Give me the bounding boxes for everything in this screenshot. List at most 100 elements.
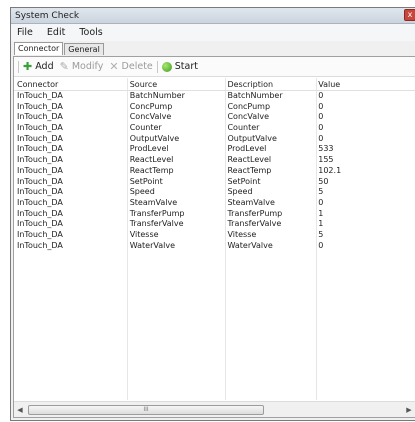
add-button[interactable]: ✚ Add [23,61,54,72]
cell-value: 533 [318,144,334,154]
cell-connector: InTouch_DA [17,197,63,207]
cell-source: OutputValve [129,133,180,143]
delete-button-label: Delete [121,61,153,72]
table-row[interactable]: InTouch_DA Vitesse Vitesse 5 [14,230,415,241]
cell-source: ConcValve [129,112,172,122]
table-row[interactable]: InTouch_DA BatchNumber BatchNumber 0 [14,91,415,102]
menu-edit[interactable]: Edit [47,27,65,38]
menu-tools[interactable]: Tools [79,27,102,38]
cell-connector: InTouch_DA [17,144,63,154]
horizontal-scrollbar[interactable]: ◀ III ▶ [14,401,415,417]
cell-value: 0 [318,133,324,143]
window-title: System Check [15,10,80,21]
cell-connector: InTouch_DA [17,112,63,122]
cell-connector: InTouch_DA [17,155,63,165]
table-row[interactable]: InTouch_DA TransferPump TransferPump 1 [14,209,415,220]
scrollbar-thumb[interactable]: III [28,404,264,415]
column-header-connector[interactable]: Connector [14,78,127,90]
cell-connector: InTouch_DA [17,229,63,239]
cell-description: Speed [227,187,253,197]
tab-connector[interactable]: Connector [14,42,64,55]
cell-source: ReactLevel [129,155,174,165]
cell-connector: InTouch_DA [17,165,63,175]
cell-connector: InTouch_DA [17,187,63,197]
scroll-left-arrow-icon[interactable]: ◀ [14,406,26,414]
system-check-window: System Check x File Edit Tools Connector… [10,7,415,421]
toolbar: ✚ Add ✎ Modify ✕ Delete Start [14,57,415,77]
cell-source: BatchNumber [129,91,185,100]
table-row[interactable]: InTouch_DA ConcValve ConcValve 0 [14,112,415,123]
scrollbar-track[interactable]: III [26,404,403,416]
cell-description: Counter [227,123,260,133]
cell-connector: InTouch_DA [17,240,63,250]
tab-general[interactable]: General [64,43,104,55]
cell-description: BatchNumber [227,91,283,100]
menu-bar: File Edit Tools [11,24,415,41]
cell-value: 0 [318,112,324,122]
scroll-right-arrow-icon[interactable]: ▶ [403,406,415,414]
close-button[interactable]: x [404,9,415,21]
cell-connector: InTouch_DA [17,91,63,100]
add-icon: ✚ [23,60,33,73]
cell-connector: InTouch_DA [17,133,63,143]
cell-connector: InTouch_DA [17,208,63,218]
title-bar[interactable]: System Check x [11,8,415,24]
cell-source: WaterValve [129,240,175,250]
cell-connector: InTouch_DA [17,176,63,186]
table-row[interactable]: InTouch_DA Counter Counter 0 [14,123,415,134]
cell-description: WaterValve [227,240,273,250]
delete-button[interactable]: ✕ Delete [109,61,152,72]
cell-value: 0 [318,91,324,100]
table-row[interactable]: InTouch_DA ConcPump ConcPump 0 [14,102,415,113]
cell-value: 5 [318,187,324,197]
cell-value: 155 [318,155,334,165]
cell-value: 0 [318,101,324,111]
delete-icon: ✕ [109,60,119,73]
column-header-value[interactable]: Value [315,78,415,90]
cell-description: OutputValve [227,133,277,143]
cell-source: SteamValve [129,197,178,207]
cell-description: ConcValve [227,112,270,122]
cell-description: SetPoint [227,176,261,186]
table-row[interactable]: InTouch_DA SetPoint SetPoint 50 [14,177,415,188]
tab-strip: Connector General [11,41,415,55]
cell-value: 50 [318,176,329,186]
pencil-icon: ✎ [59,60,69,73]
start-button[interactable]: Start [161,61,198,72]
cell-source: TransferPump [129,208,185,218]
cell-description: TransferPump [227,208,283,218]
add-button-label: Add [35,61,54,72]
table-row[interactable]: InTouch_DA ReactTemp ReactTemp 102.1 [14,166,415,177]
cell-source: Vitesse [129,229,159,239]
table-row[interactable]: InTouch_DA ProdLevel ProdLevel 533 [14,144,415,155]
table-row[interactable]: InTouch_DA ReactLevel ReactLevel 155 [14,155,415,166]
connector-panel: ✚ Add ✎ Modify ✕ Delete Start Connector [13,56,415,418]
table-header: Connector Source Description Value [14,78,415,91]
cell-value: 1 [318,219,324,229]
table-row[interactable]: InTouch_DA WaterValve WaterValve 0 [14,241,415,252]
cell-connector: InTouch_DA [17,219,63,229]
cell-description: TransferValve [227,219,282,229]
table-row[interactable]: InTouch_DA OutputValve OutputValve 0 [14,134,415,145]
start-icon [161,61,172,72]
cell-value: 0 [318,240,324,250]
cell-value: 0 [318,197,324,207]
column-header-source[interactable]: Source [127,78,225,90]
cell-source: TransferValve [129,219,184,229]
table-row[interactable]: InTouch_DA Speed Speed 5 [14,187,415,198]
table-row[interactable]: InTouch_DA SteamValve SteamValve 0 [14,198,415,209]
cell-connector: InTouch_DA [17,123,63,133]
toolbar-separator [156,60,158,73]
cell-source: Counter [129,123,162,133]
cell-connector: InTouch_DA [17,101,63,111]
cell-description: ConcPump [227,101,271,111]
cell-source: ReactTemp [129,165,174,175]
modify-button[interactable]: ✎ Modify [60,61,104,72]
start-button-label: Start [174,61,198,72]
menu-file[interactable]: File [17,27,33,38]
cell-source: ConcPump [129,101,173,111]
column-header-description[interactable]: Description [224,78,315,90]
cell-value: 102.1 [318,165,342,175]
table-row[interactable]: InTouch_DA TransferValve TransferValve 1 [14,219,415,230]
cell-description: ReactTemp [227,165,272,175]
